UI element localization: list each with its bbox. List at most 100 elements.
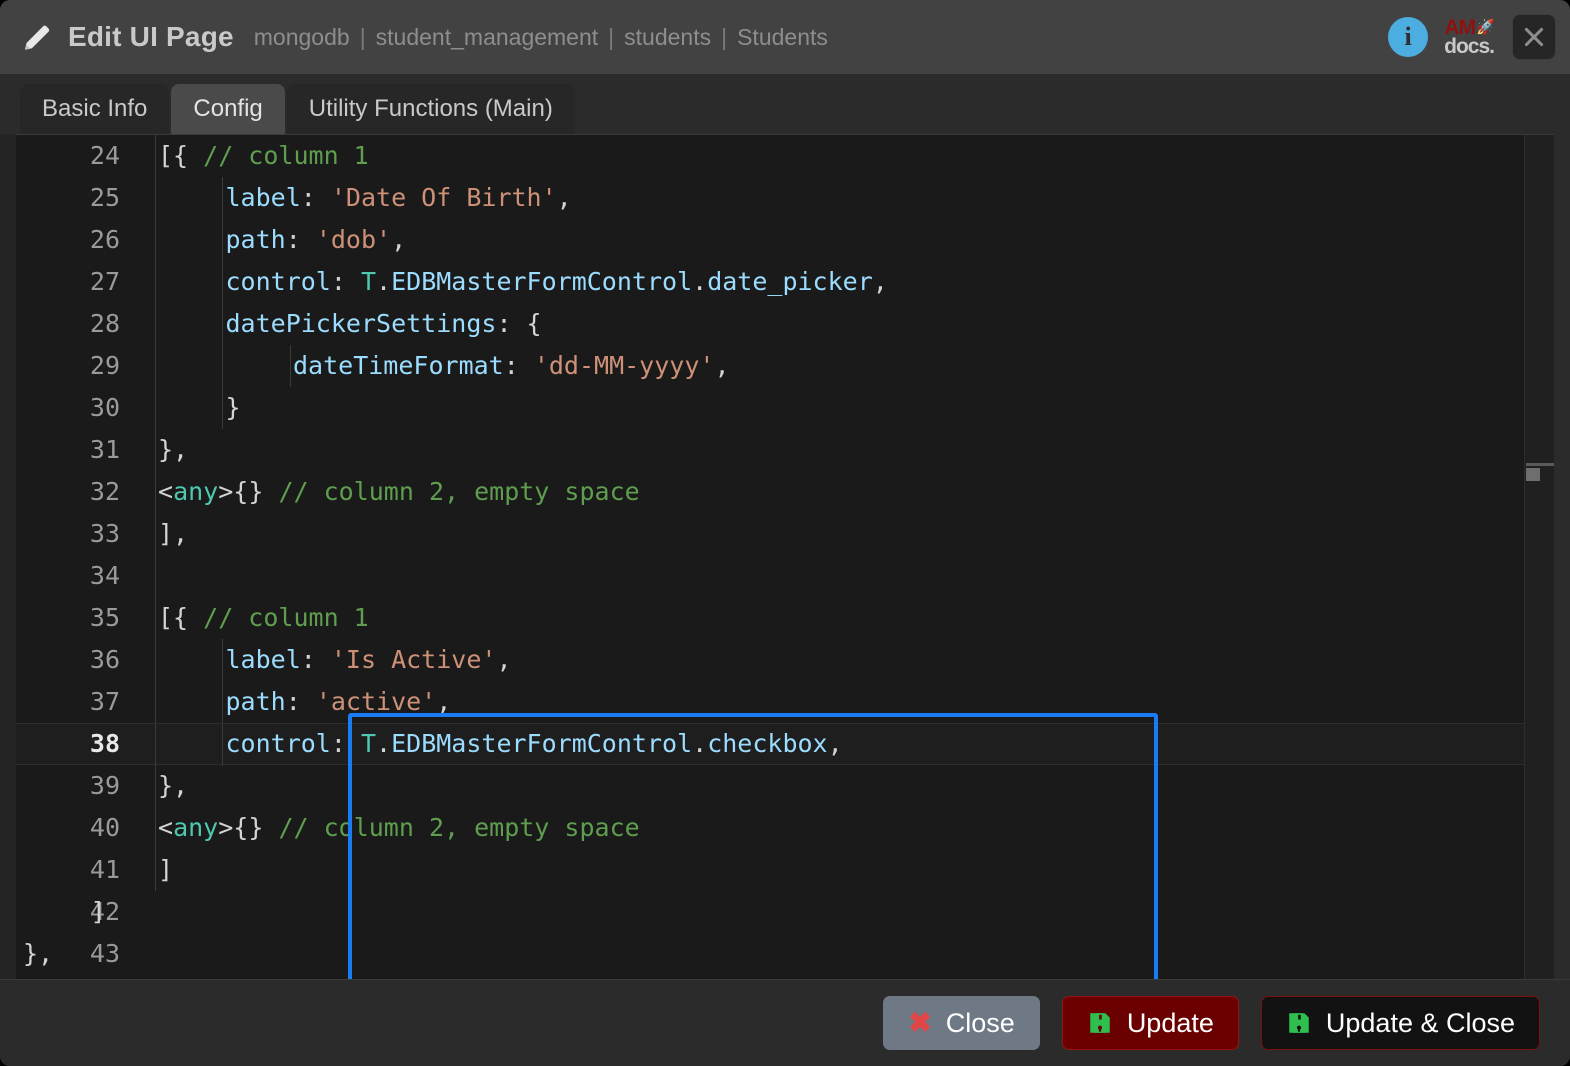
code-token-pun: . xyxy=(376,267,392,296)
code-token-com: // column 1 xyxy=(203,141,369,170)
info-glyph: i xyxy=(1404,22,1412,51)
info-icon[interactable]: i xyxy=(1388,17,1429,57)
code-token-pun: , xyxy=(496,645,512,674)
close-icon xyxy=(1524,27,1544,47)
code-line[interactable]: 32 <any>{} // column 2, empty space xyxy=(16,471,1554,513)
overview-ruler[interactable] xyxy=(1524,135,1554,979)
code-line[interactable]: 41] xyxy=(16,849,1554,891)
code-text[interactable]: }, xyxy=(158,429,188,471)
tab-config[interactable]: Config xyxy=(171,84,285,134)
indent-guide xyxy=(155,219,156,261)
breadcrumb-separator: | xyxy=(721,23,728,50)
code-line[interactable]: 37 path: 'active', xyxy=(16,681,1554,723)
line-number: 30 xyxy=(89,393,120,422)
code-line[interactable]: 26 path: 'dob', xyxy=(16,219,1554,261)
code-text[interactable]: }, xyxy=(23,933,53,975)
window-header: Edit UI Page mongodb | student_managemen… xyxy=(0,0,1570,74)
code-line[interactable]: 43}, xyxy=(16,933,1554,975)
code-text[interactable]: [{ // column 1 xyxy=(158,135,369,177)
indent-guide xyxy=(155,513,156,555)
line-number: 41 xyxy=(89,855,120,884)
code-token-pun: ] xyxy=(90,897,106,926)
code-text[interactable]: ], xyxy=(158,513,188,555)
tab-utility-functions[interactable]: Utility Functions (Main) xyxy=(286,84,575,134)
code-token-pun: , xyxy=(436,687,452,716)
edit-ui-page-window: Edit UI Page mongodb | student_managemen… xyxy=(0,0,1570,1066)
code-line[interactable]: 31}, xyxy=(16,429,1554,471)
code-token-pun: : xyxy=(330,729,361,758)
code-token-key: datePickerSettings xyxy=(225,309,497,338)
indent-guide xyxy=(222,639,223,681)
code-line[interactable]: 36 label: 'Is Active', xyxy=(16,639,1554,681)
code-token-pun: }, xyxy=(23,939,54,968)
code-token-pun: : xyxy=(330,267,361,296)
tab-bar: Basic Info Config Utility Functions (Mai… xyxy=(0,74,1570,134)
indent-guide xyxy=(222,681,223,723)
code-editor[interactable]: 24 [{ // column 1 25 label: 'Date Of Birth'… xyxy=(0,134,1570,979)
code-text[interactable]: [{ // column 1 xyxy=(158,597,369,639)
overview-ruler-slider[interactable] xyxy=(1526,468,1540,481)
code-text[interactable]: datePickerSettings: { xyxy=(226,303,542,345)
code-token-key: dateTimeFormat xyxy=(293,351,504,380)
code-line[interactable]: 33], xyxy=(16,513,1554,555)
code-token-pun: < xyxy=(158,813,174,842)
line-number: 29 xyxy=(89,351,120,380)
code-line[interactable]: 25 label: 'Date Of Birth', xyxy=(16,177,1554,219)
code-token-com: // column 2, empty space xyxy=(278,477,640,506)
code-text[interactable]: ] xyxy=(91,891,106,933)
x-icon: ✖ xyxy=(908,1007,932,1038)
code-line[interactable]: 34 xyxy=(16,555,1554,597)
breadcrumb-item-schema[interactable]: student_management xyxy=(376,24,599,51)
line-number: 24 xyxy=(89,141,120,170)
code-text[interactable]: label: 'Date Of Birth', xyxy=(226,177,572,219)
code-token-pun: : xyxy=(285,687,316,716)
code-text[interactable]: } xyxy=(226,387,241,429)
code-line[interactable]: 29 dateTimeFormat: 'dd-MM-yyyy', xyxy=(16,345,1554,387)
page-title: Edit UI Page xyxy=(68,21,234,52)
breadcrumb-item-database[interactable]: mongodb xyxy=(254,24,350,51)
breadcrumb-item-collection[interactable]: students xyxy=(624,24,711,51)
close-button-footer[interactable]: ✖ Close xyxy=(883,996,1040,1050)
code-token-str: 'dob' xyxy=(315,225,392,254)
indent-guide xyxy=(222,724,223,766)
code-text[interactable]: label: 'Is Active', xyxy=(226,639,512,681)
code-token-key: label xyxy=(225,183,301,212)
line-number: 25 xyxy=(89,183,120,212)
code-token-pun: ] xyxy=(158,855,174,884)
code-line[interactable]: 30} xyxy=(16,387,1554,429)
dialog-footer: ✖ Close Update Update & Close xyxy=(0,979,1570,1066)
code-text[interactable]: <any>{} // column 2, empty space xyxy=(158,807,640,849)
code-text[interactable]: ] xyxy=(158,849,173,891)
code-text[interactable]: }, xyxy=(158,765,188,807)
code-line[interactable]: 27 control: T.EDBMasterFormControl.date_p… xyxy=(16,261,1554,303)
code-token-pun: [{ xyxy=(158,141,204,170)
update-and-close-button[interactable]: Update & Close xyxy=(1260,996,1540,1050)
save-icon xyxy=(1090,1013,1110,1033)
code-line[interactable]: 38 control: T.EDBMasterFormControl.checkb… xyxy=(16,723,1554,766)
code-line[interactable]: 39}, xyxy=(16,765,1554,807)
tab-basic-info[interactable]: Basic Info xyxy=(20,84,170,134)
close-button[interactable] xyxy=(1512,14,1556,60)
breadcrumb-item-page[interactable]: Students xyxy=(737,24,828,51)
code-line[interactable]: 35 [{ // column 1 xyxy=(16,597,1554,639)
code-text[interactable]: control: T.EDBMasterFormControl.checkbox… xyxy=(226,724,843,764)
code-line[interactable]: 28 datePickerSettings: { xyxy=(16,303,1554,345)
breadcrumb-separator: | xyxy=(359,23,366,50)
code-text[interactable]: dateTimeFormat: 'dd-MM-yyyy', xyxy=(293,345,730,387)
code-text[interactable]: control: T.EDBMasterFormControl.date_pic… xyxy=(226,261,888,303)
indent-guide xyxy=(222,261,223,303)
amdocs-logo[interactable]: AM 🚀 docs. xyxy=(1444,17,1496,57)
code-text[interactable]: path: 'active', xyxy=(226,681,452,723)
update-button[interactable]: Update xyxy=(1061,996,1239,1050)
code-line[interactable]: 42] xyxy=(16,891,1554,933)
code-text[interactable]: path: 'dob', xyxy=(226,219,407,261)
code-line[interactable]: 40 <any>{} // column 2, empty space xyxy=(16,807,1554,849)
code-token-pun: >{} xyxy=(218,813,279,842)
code-text[interactable]: <any>{} // column 2, empty space xyxy=(158,471,640,513)
code-token-pun: }, xyxy=(158,435,189,464)
code-token-type: any xyxy=(173,813,219,842)
code-token-com: // column 1 xyxy=(203,603,369,632)
code-line[interactable]: 24 [{ // column 1 xyxy=(16,135,1554,177)
code-lines-container[interactable]: 24 [{ // column 1 25 label: 'Date Of Birth'… xyxy=(16,135,1554,979)
code-editor-surface[interactable]: 24 [{ // column 1 25 label: 'Date Of Birth'… xyxy=(16,134,1554,979)
